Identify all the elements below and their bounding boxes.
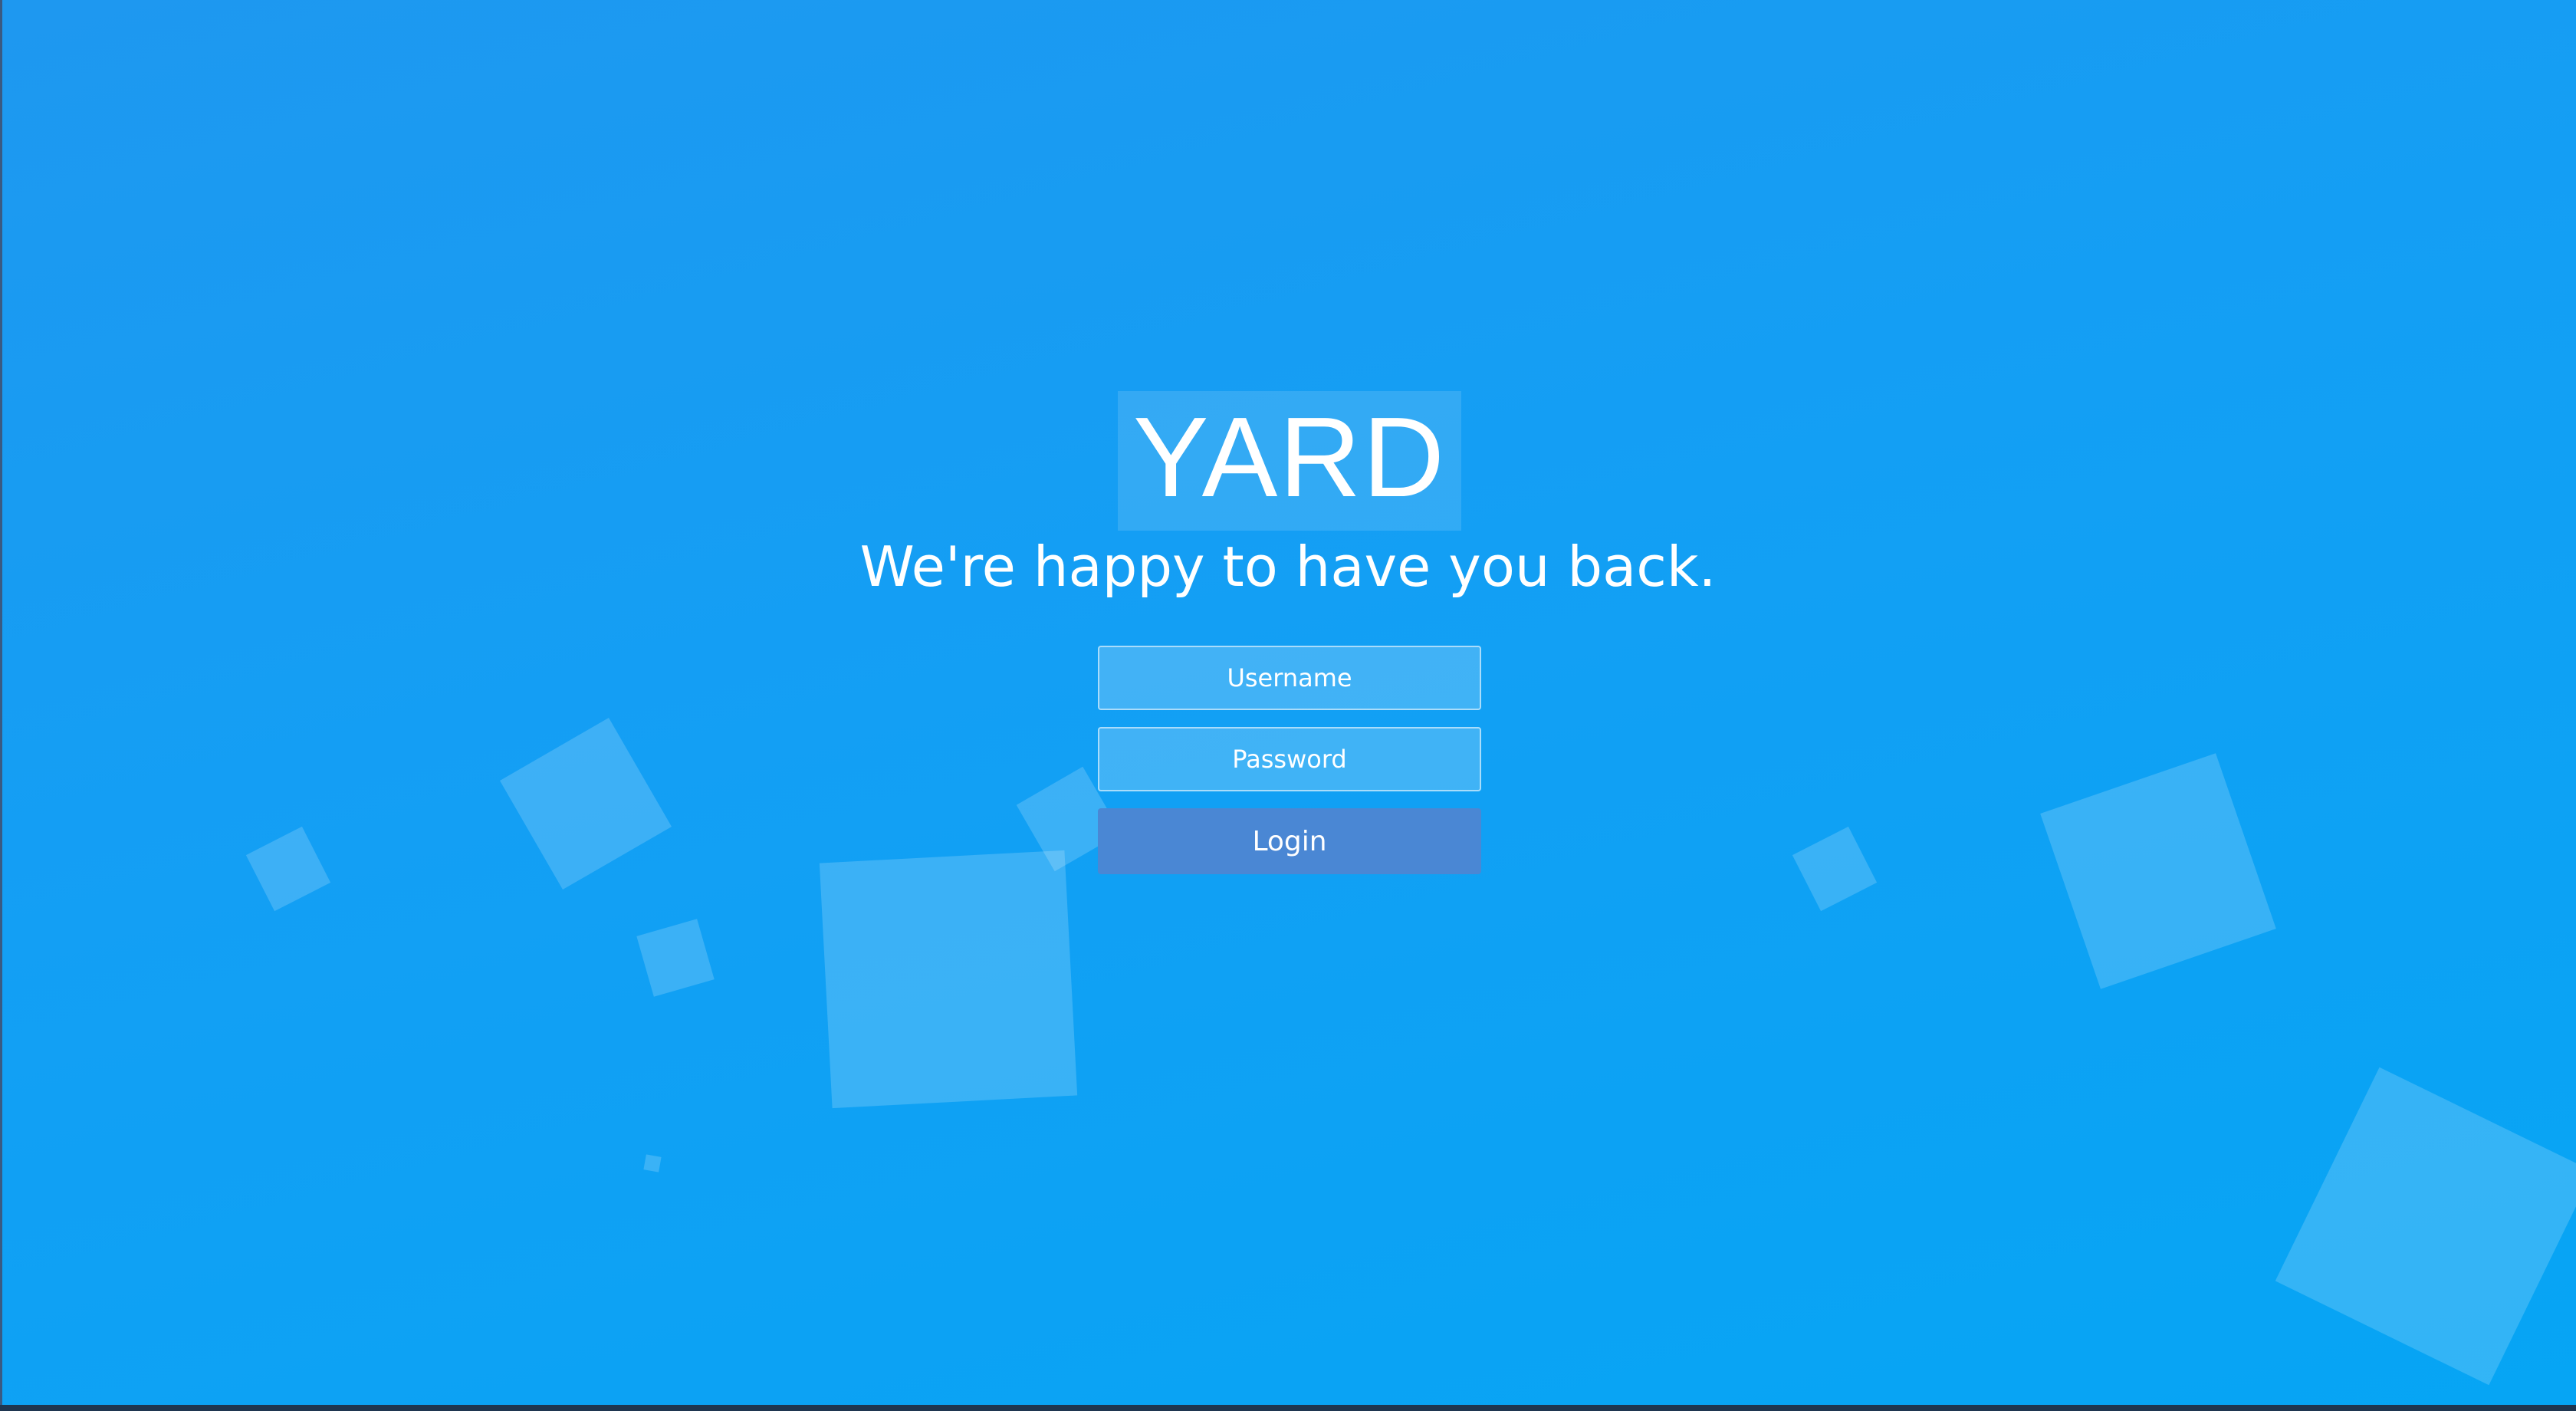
- password-input[interactable]: [1098, 727, 1481, 791]
- username-input[interactable]: [1098, 646, 1481, 710]
- yard-logo: YARD: [1118, 391, 1461, 531]
- background-square: [636, 919, 715, 997]
- logo-text: YARD: [1132, 394, 1447, 521]
- background-square: [643, 1154, 662, 1173]
- window-edge: [0, 0, 2, 1411]
- background-square: [499, 717, 672, 890]
- background-square: [819, 850, 1078, 1109]
- background-square: [2275, 1067, 2576, 1386]
- welcome-heading: We're happy to have you back.: [859, 534, 1717, 599]
- background-square: [1792, 826, 1878, 912]
- login-button[interactable]: Login: [1098, 808, 1481, 874]
- background-square: [2040, 753, 2276, 989]
- background-square: [245, 826, 331, 912]
- window-bottom-edge: [0, 1405, 2576, 1411]
- login-page: YARD We're happy to have you back. Login: [0, 0, 2576, 1411]
